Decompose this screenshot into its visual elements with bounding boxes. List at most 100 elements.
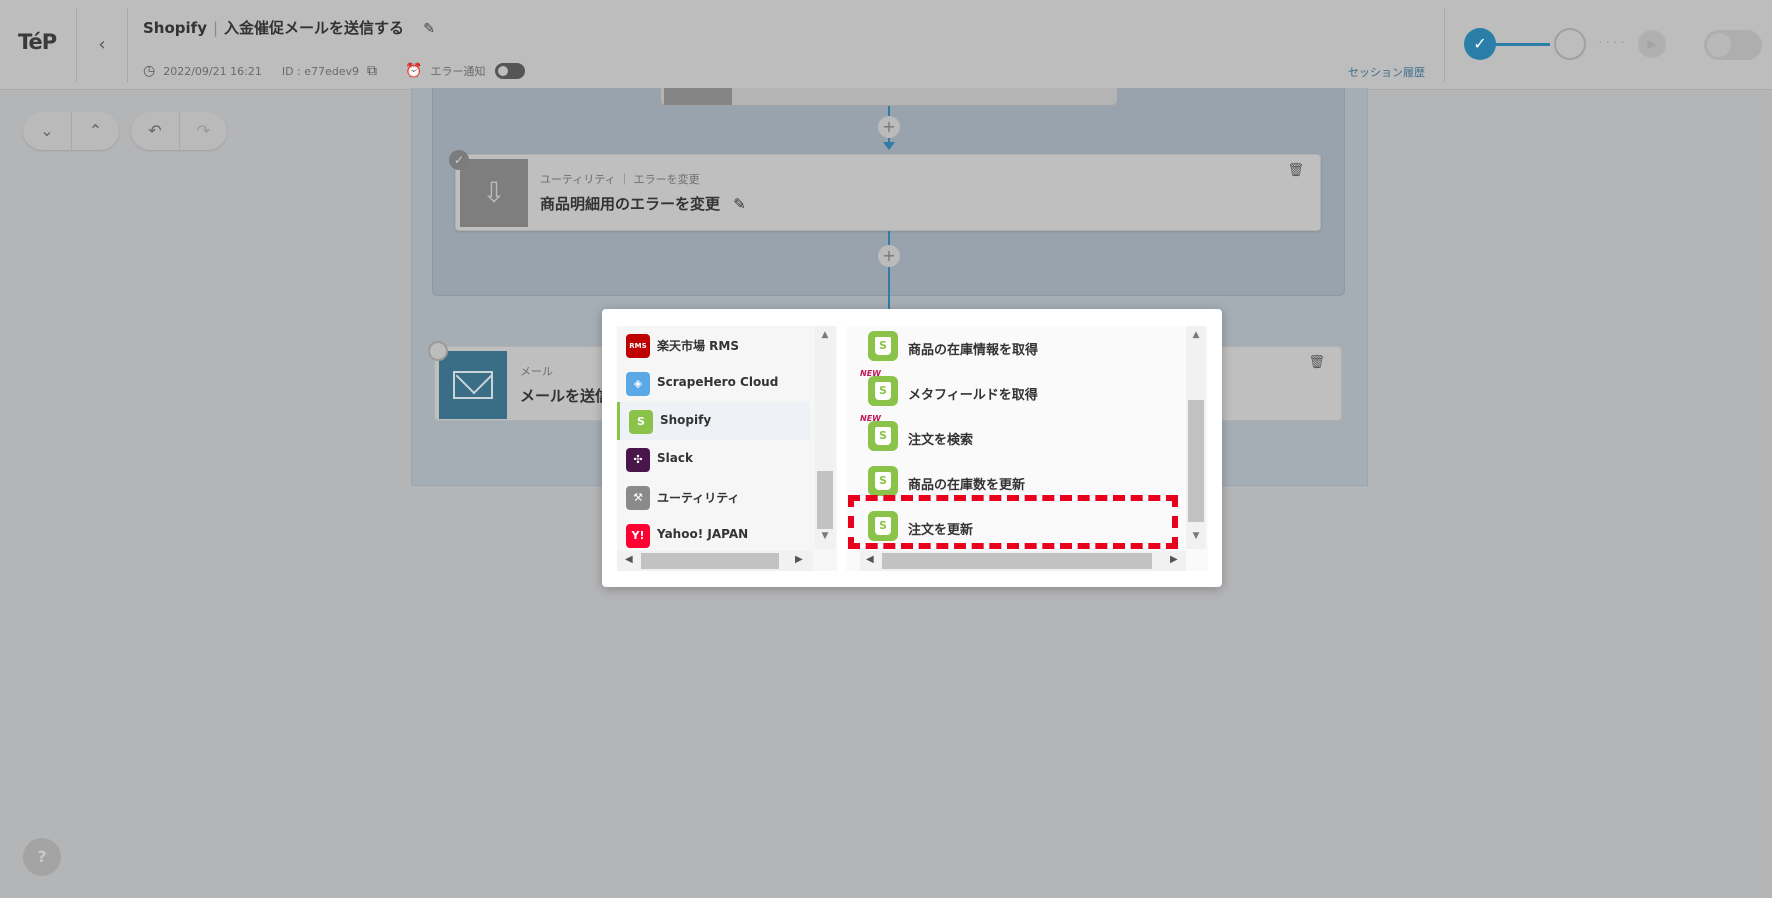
trash-icon[interactable]: 🗑 xyxy=(1308,355,1325,370)
service-item[interactable]: RMS 楽天市場 RMS xyxy=(617,326,810,364)
scroll-down-arrow-icon[interactable]: ▼ xyxy=(1186,531,1206,541)
copy-icon[interactable]: ⧉ xyxy=(367,63,377,79)
service-label: ScrapeHero Cloud xyxy=(657,375,779,389)
step-subtitle: メール xyxy=(520,365,553,378)
back-button[interactable]: ‹ xyxy=(90,30,114,60)
check-icon: ✓ xyxy=(449,150,469,170)
service-logo-icon: S xyxy=(629,410,653,434)
previous-step-icon xyxy=(664,88,732,105)
title-separator: | xyxy=(212,19,219,37)
help-button[interactable]: ? xyxy=(23,838,61,876)
new-badge: NEW xyxy=(860,369,881,378)
previous-step-card[interactable] xyxy=(660,88,1118,106)
service-label: 楽天市場 RMS xyxy=(657,339,740,353)
expand-all-button[interactable]: ⌃ xyxy=(71,112,119,150)
shopify-bag-icon xyxy=(868,421,898,451)
flow-meta: ◷ 2022/09/21 16:21 ID : e77edev9 ⧉ ⏰ エラー… xyxy=(143,63,526,79)
clock-icon: ◷ xyxy=(143,63,156,79)
step-pending[interactable] xyxy=(1554,28,1586,60)
expand-collapse-group: ⌄ ⌃ xyxy=(23,112,119,150)
service-logo-icon: ◈ xyxy=(626,372,650,396)
scroll-up-arrow-icon[interactable]: ▲ xyxy=(1186,330,1206,340)
header-divider xyxy=(1444,8,1445,82)
scroll-right-arrow-icon[interactable]: ▶ xyxy=(1170,554,1178,565)
flow-step-indicator: ✓ ···· ▶ xyxy=(1462,24,1672,64)
undo-button[interactable]: ↶ xyxy=(131,112,179,150)
pencil-icon[interactable]: ✎ xyxy=(423,21,435,37)
app-header: TéP ‹ Shopify | 入金催促メールを送信する ✎ ◷ 2022/09/2… xyxy=(0,0,1772,90)
action-item[interactable]: 商品の在庫情報を取得 xyxy=(846,326,1186,370)
flow-enable-toggle[interactable] xyxy=(1704,30,1762,60)
service-item[interactable]: S Shopify xyxy=(617,402,810,440)
scroll-left-arrow-icon[interactable]: ◀ xyxy=(625,554,633,565)
service-logo-icon: ✣ xyxy=(626,448,650,472)
service-label: ユーティリティ xyxy=(657,491,740,505)
service-label: Shopify xyxy=(660,413,712,427)
collapse-all-button[interactable]: ⌄ xyxy=(23,112,71,150)
step-title: メールを送信 xyxy=(520,387,611,405)
service-logo-icon: RMS xyxy=(626,334,650,358)
step-title: 商品明細用のエラーを変更 ✎ xyxy=(540,195,746,213)
pencil-icon[interactable]: ✎ xyxy=(733,195,746,213)
scroll-thumb[interactable] xyxy=(882,553,1152,569)
shopify-bag-icon xyxy=(868,466,898,496)
shopify-bag-icon xyxy=(868,376,898,406)
service-item[interactable]: ⚒ ユーティリティ xyxy=(617,478,810,516)
action-label: 商品の在庫数を更新 xyxy=(908,478,1026,493)
scroll-right-arrow-icon[interactable]: ▶ xyxy=(795,554,803,565)
flow-id: ID : e77edev9 xyxy=(281,64,360,78)
service-list: RMS 楽天市場 RMS ◈ ScrapeHero Cloud S Shopify ✣ Sla… xyxy=(617,326,837,571)
action-label: 注文を検索 xyxy=(908,433,974,448)
service-logo-icon: ⚒ xyxy=(626,486,650,510)
service-label: Slack xyxy=(657,451,693,465)
new-badge: NEW xyxy=(860,414,881,423)
flow-name: 入金催促メールを送信する xyxy=(224,19,405,37)
service-logo-icon: Y! xyxy=(626,524,650,548)
step-card-change-error[interactable]: ⇩ ユーティリティ ｜ エラーを変更 商品明細用のエラーを変更 ✎ 🗑 xyxy=(455,154,1321,231)
service-item[interactable]: ◈ ScrapeHero Cloud xyxy=(617,364,810,402)
scroll-thumb[interactable] xyxy=(1188,400,1204,522)
service-item[interactable]: ✣ Slack xyxy=(617,440,810,478)
download-icon: ⇩ xyxy=(460,159,528,227)
redo-button[interactable]: ↷ xyxy=(179,112,227,150)
action-label: メタフィールドを取得 xyxy=(908,388,1038,403)
trash-icon[interactable]: 🗑 xyxy=(1287,163,1304,178)
alarm-icon: ⏰ xyxy=(405,63,423,79)
add-step-button[interactable]: + xyxy=(878,116,900,138)
header-divider xyxy=(127,8,128,82)
service-list-hscrollbar[interactable]: ◀ ▶ xyxy=(617,551,813,571)
service-label: Yahoo! JAPAN xyxy=(657,527,749,541)
timestamp: 2022/09/21 16:21 xyxy=(163,64,262,78)
scroll-left-arrow-icon[interactable]: ◀ xyxy=(866,554,874,565)
mail-icon xyxy=(439,351,507,419)
undo-redo-group: ↶ ↷ xyxy=(131,112,227,150)
header-divider xyxy=(76,8,77,82)
flow-service-name: Shopify xyxy=(143,19,207,37)
action-item[interactable]: NEW メタフィールドを取得 xyxy=(846,369,1186,415)
scroll-thumb[interactable] xyxy=(641,553,779,569)
step-status-badge xyxy=(428,341,448,361)
step-subtitle: ユーティリティ ｜ エラーを変更 xyxy=(540,173,700,186)
service-list-vscrollbar[interactable]: ▲ ▼ xyxy=(815,326,835,549)
error-notify-toggle[interactable] xyxy=(495,63,526,79)
tepra-logo: TéP xyxy=(18,30,57,54)
highlight-box xyxy=(848,495,1178,549)
action-label: 商品の在庫情報を取得 xyxy=(908,343,1039,358)
scroll-up-arrow-icon[interactable]: ▲ xyxy=(815,330,835,340)
flow-title: Shopify | 入金催促メールを送信する ✎ xyxy=(143,17,435,38)
step-progress-line xyxy=(1494,43,1550,46)
scroll-thumb[interactable] xyxy=(817,471,833,529)
session-history-link[interactable]: セッション履歴 xyxy=(1348,64,1425,80)
shopify-bag-icon xyxy=(868,331,898,361)
check-icon[interactable]: ✓ xyxy=(1464,28,1496,60)
action-list-vscrollbar[interactable]: ▲ ▼ xyxy=(1186,326,1206,549)
add-step-button[interactable]: + xyxy=(878,245,900,267)
action-list-hscrollbar[interactable]: ◀ ▶ xyxy=(860,551,1186,571)
scroll-down-arrow-icon[interactable]: ▼ xyxy=(815,531,835,541)
service-item[interactable]: Y! Yahoo! JAPAN xyxy=(617,516,810,554)
action-item[interactable]: NEW 注文を検索 xyxy=(846,414,1186,460)
connector-line xyxy=(888,231,890,311)
error-notify-label: エラー通知 xyxy=(430,65,486,78)
play-icon[interactable]: ▶ xyxy=(1638,30,1666,58)
connector-arrow xyxy=(883,142,895,150)
